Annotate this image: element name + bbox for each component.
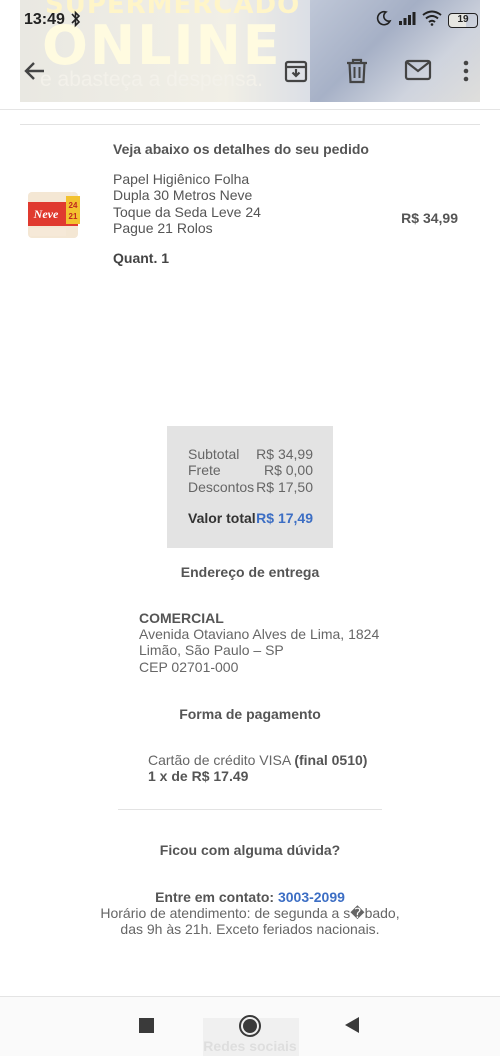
product-image-brand: Neve <box>33 207 59 221</box>
svg-text:24: 24 <box>69 201 78 210</box>
back-arrow-icon[interactable] <box>22 58 48 89</box>
home-circle-icon[interactable] <box>238 1014 262 1043</box>
descontos-value: R$ 17,50 <box>256 478 313 495</box>
frete-value: R$ 0,00 <box>263 462 313 479</box>
battery-indicator: 19 <box>448 13 478 28</box>
payment-card: Cartão de crédito VISA <box>148 752 291 768</box>
total-value: R$ 17,49 <box>256 509 313 526</box>
product-price: R$ 34,99 <box>401 210 458 226</box>
mail-icon[interactable] <box>404 58 432 87</box>
section-divider <box>118 809 382 810</box>
payment-installments: 1 x de R$ 17.49 <box>148 768 249 785</box>
frete-label: Frete <box>188 462 221 479</box>
svg-text:21: 21 <box>69 212 78 221</box>
address-line2: Limão, São Paulo – SP <box>139 642 284 659</box>
trash-icon[interactable] <box>345 58 369 89</box>
content-divider <box>20 124 480 125</box>
hours-line1: Horário de atendimento: de segunda a s�b… <box>100 905 400 922</box>
descontos-row: Descontos R$ 17,50 <box>188 479 313 495</box>
more-options-icon[interactable] <box>462 58 470 89</box>
wifi-icon <box>422 10 442 31</box>
address-line1: Avenida Otaviano Alves de Lima, 1824 <box>139 626 380 643</box>
contact-label: Entre em contato: <box>155 889 275 905</box>
bluetooth-icon <box>71 10 81 33</box>
product-image[interactable]: 24 21 Neve <box>26 188 82 242</box>
delivery-address: COMERCIAL Avenida Otaviano Alves de Lima… <box>139 610 379 675</box>
subtotal-label: Subtotal <box>188 446 240 462</box>
product-name[interactable]: Papel Higiênico Folha Dupla 30 Metros Ne… <box>113 171 283 236</box>
payment-card-final: (final 0510) <box>294 752 368 768</box>
subtotal-row: Subtotal R$ 34,99 <box>188 446 313 462</box>
address-name: COMERCIAL <box>139 610 224 626</box>
hours-line2: das 9h às 21h. Exceto feriados nacionais… <box>120 921 380 938</box>
banner-line3: e abasteça a despensa. <box>40 68 264 91</box>
help-question: Ficou com alguma dúvida? <box>159 842 341 858</box>
contact-phone-link[interactable]: 3003-2099 <box>278 889 345 905</box>
status-icons: 19 <box>376 10 478 31</box>
total-label: Valor total <box>188 509 256 526</box>
descontos-label: Descontos <box>188 478 255 495</box>
back-triangle-icon[interactable] <box>343 1014 361 1041</box>
archive-icon[interactable] <box>283 58 309 89</box>
header-divider <box>0 109 500 110</box>
frete-row: Frete R$ 0,00 <box>188 462 313 478</box>
payment-method: Cartão de crédito VISA (final 0510) 1 x … <box>148 752 367 784</box>
order-details-title: Veja abaixo os detalhes do seu pedido <box>113 141 369 157</box>
contact-info: Entre em contato: 3003-2099 Horário de a… <box>0 889 500 938</box>
total-row: Valor total R$ 17,49 <box>188 510 313 526</box>
status-time: 13:49 <box>24 11 65 28</box>
recents-square-icon[interactable] <box>138 1014 156 1041</box>
moon-icon <box>376 10 392 31</box>
payment-title: Forma de pagamento <box>179 706 321 722</box>
address-line3: CEP 02701-000 <box>139 658 239 675</box>
address-title: Endereço de entrega <box>180 564 320 580</box>
product-quantity: Quant. 1 <box>113 250 170 266</box>
subtotal-value: R$ 34,99 <box>256 446 313 462</box>
order-summary: Subtotal R$ 34,99 Frete R$ 0,00 Desconto… <box>167 426 333 548</box>
signal-icon <box>398 10 416 31</box>
